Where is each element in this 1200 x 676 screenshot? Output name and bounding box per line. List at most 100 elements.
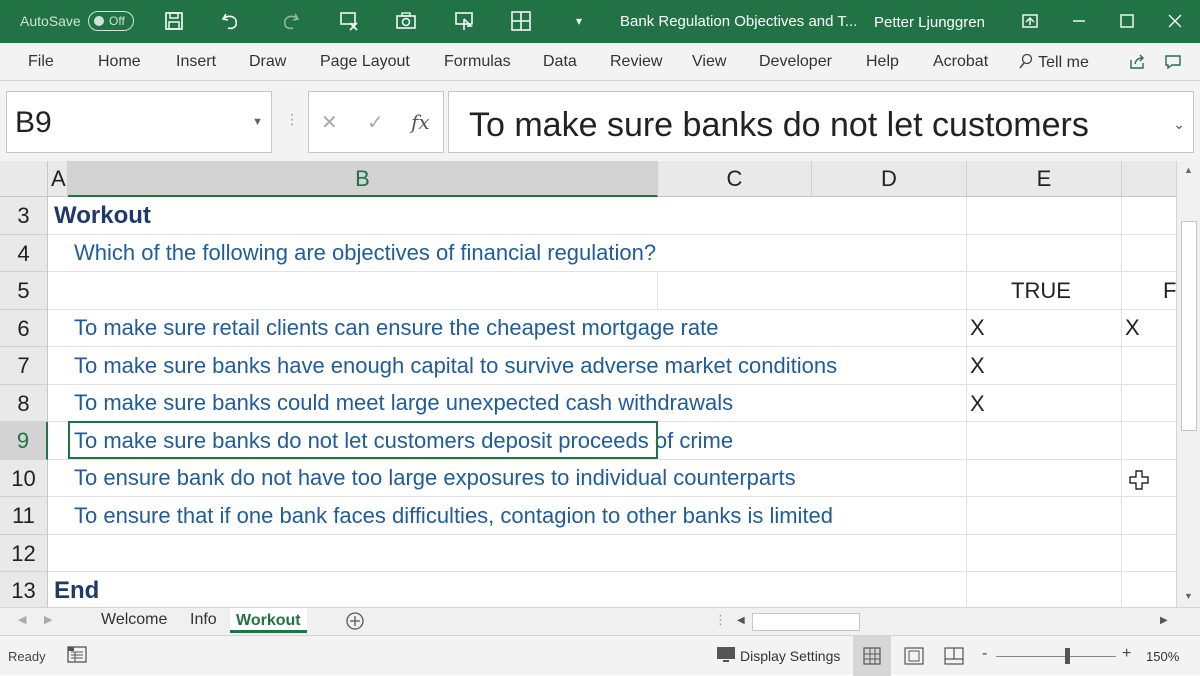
cell-a3[interactable]: Workout (54, 202, 151, 230)
tab-draw[interactable]: Draw (249, 53, 286, 71)
enter-icon[interactable]: ✓ (367, 110, 384, 135)
horizontal-scroll-thumb[interactable] (752, 613, 860, 631)
clear-filter-icon[interactable] (336, 8, 362, 34)
save-icon[interactable] (161, 8, 187, 34)
row-header-11[interactable]: 11 (0, 497, 48, 535)
tab-formulas[interactable]: Formulas (444, 53, 511, 71)
cell-b10[interactable]: To ensure bank do not have too large exp… (74, 465, 796, 491)
sheet-tab-info[interactable]: Info (190, 611, 217, 629)
active-cell-border (68, 421, 658, 459)
undo-icon[interactable] (218, 8, 244, 34)
row-header-4[interactable]: 4 (0, 235, 48, 272)
maximize-icon[interactable] (1114, 8, 1140, 34)
cell-e5[interactable]: TRUE (1011, 278, 1071, 304)
grid-icon[interactable] (508, 8, 534, 34)
sheet-tab-welcome[interactable]: Welcome (101, 611, 167, 629)
customize-qat-icon[interactable]: ▾ (566, 8, 592, 34)
cell-b7[interactable]: To make sure banks have enough capital t… (74, 353, 837, 379)
zoom-level[interactable]: 150% (1146, 649, 1179, 664)
tab-home[interactable]: Home (98, 53, 141, 71)
camera-icon[interactable] (393, 8, 419, 34)
status-ready: Ready (8, 649, 46, 664)
row-header-7[interactable]: 7 (0, 347, 48, 385)
tab-view[interactable]: View (692, 53, 726, 71)
row-header-13[interactable]: 13 (0, 572, 48, 607)
autosave-toggle[interactable]: Off (88, 11, 134, 31)
touch-mode-icon[interactable] (452, 8, 478, 34)
display-settings-button[interactable]: Display Settings (740, 648, 840, 664)
vertical-scroll-thumb[interactable] (1181, 221, 1197, 431)
column-header-e[interactable]: E (967, 161, 1122, 197)
formula-bar-resize-handle[interactable]: ⋮ (285, 111, 299, 128)
select-all-corner[interactable] (0, 161, 48, 197)
worksheet-grid[interactable]: A B C D E 3 4 5 6 7 8 9 10 11 12 13 Work… (0, 161, 1176, 607)
cell-d8[interactable]: X (970, 391, 985, 417)
add-sheet-icon[interactable] (345, 611, 365, 636)
scroll-right-icon[interactable]: ▶ (1160, 615, 1168, 626)
column-header-d[interactable]: D (812, 161, 967, 197)
page-layout-view-icon[interactable] (904, 647, 924, 670)
zoom-slider-thumb[interactable] (1065, 648, 1070, 664)
zoom-slider-track[interactable] (996, 656, 1116, 657)
gridline (48, 271, 1176, 272)
tab-split-handle[interactable]: ⋮ (714, 612, 727, 628)
cancel-icon[interactable]: ✕ (321, 110, 338, 135)
document-title: Bank Regulation Objectives and T... (620, 13, 858, 30)
scroll-down-icon[interactable]: ▼ (1184, 591, 1193, 601)
cell-b11[interactable]: To ensure that if one bank faces difficu… (74, 503, 833, 529)
tab-acrobat[interactable]: Acrobat (933, 53, 988, 71)
page-break-view-icon[interactable] (944, 647, 964, 670)
tell-me-search[interactable]: Tell me (1018, 53, 1089, 72)
display-settings-icon[interactable] (716, 646, 738, 669)
next-sheet-icon[interactable]: ▶ (44, 613, 52, 626)
close-icon[interactable] (1162, 8, 1188, 34)
row-header-10[interactable]: 10 (0, 460, 48, 497)
cell-b6[interactable]: To make sure retail clients can ensure t… (74, 315, 718, 341)
macro-record-icon[interactable] (66, 644, 88, 671)
column-header-f[interactable] (1122, 161, 1176, 197)
scroll-left-icon[interactable]: ◀ (737, 615, 745, 626)
redo-icon[interactable] (277, 8, 303, 34)
comments-icon[interactable] (1164, 54, 1182, 75)
tab-page-layout[interactable]: Page Layout (320, 53, 410, 71)
column-header-a[interactable]: A (48, 161, 68, 197)
row-header-3[interactable]: 3 (0, 197, 48, 235)
expand-formula-bar-icon[interactable]: ⌄ (1173, 116, 1185, 133)
cell-d6[interactable]: X (970, 315, 985, 341)
chevron-down-icon[interactable]: ▼ (252, 116, 263, 128)
insert-function-icon[interactable]: fx (411, 110, 430, 134)
tab-help[interactable]: Help (866, 53, 899, 71)
cell-a13[interactable]: End (54, 577, 99, 605)
row-header-6[interactable]: 6 (0, 310, 48, 347)
row-header-12[interactable]: 12 (0, 535, 48, 572)
cell-b8[interactable]: To make sure banks could meet large unex… (74, 390, 733, 416)
zoom-out-button[interactable]: - (982, 645, 987, 663)
tab-insert[interactable]: Insert (176, 53, 216, 71)
user-name[interactable]: Petter Ljunggren (874, 14, 985, 31)
tab-file[interactable]: File (28, 53, 54, 71)
minimize-icon[interactable] (1066, 8, 1092, 34)
tab-review[interactable]: Review (610, 53, 662, 71)
ribbon-display-icon[interactable] (1017, 8, 1043, 34)
cell-f6[interactable]: X (1125, 315, 1140, 341)
share-icon[interactable] (1128, 54, 1146, 75)
normal-view-button[interactable] (853, 636, 891, 676)
row-header-8[interactable]: 8 (0, 385, 48, 422)
row-header-5[interactable]: 5 (0, 272, 48, 310)
cell-b4[interactable]: Which of the following are objectives of… (74, 240, 656, 266)
tab-data[interactable]: Data (543, 53, 577, 71)
horizontal-scrollbar[interactable]: ◀ ▶ (732, 612, 1176, 632)
zoom-in-button[interactable]: + (1122, 645, 1131, 663)
column-header-b[interactable]: B (68, 161, 658, 197)
scroll-up-icon[interactable]: ▲ (1184, 165, 1193, 175)
sheet-tab-workout[interactable]: Workout (230, 608, 307, 633)
tab-developer[interactable]: Developer (759, 53, 832, 71)
formula-input[interactable]: To make sure banks do not let customers … (448, 91, 1194, 153)
cell-d7[interactable]: X (970, 353, 985, 379)
name-box[interactable]: B9 ▼ (6, 91, 272, 153)
cell-f5[interactable]: F (1163, 278, 1176, 304)
column-header-c[interactable]: C (658, 161, 812, 197)
row-header-9[interactable]: 9 (0, 422, 48, 460)
vertical-scrollbar[interactable]: ▲ ▼ (1176, 161, 1200, 607)
prev-sheet-icon[interactable]: ◀ (18, 613, 26, 626)
